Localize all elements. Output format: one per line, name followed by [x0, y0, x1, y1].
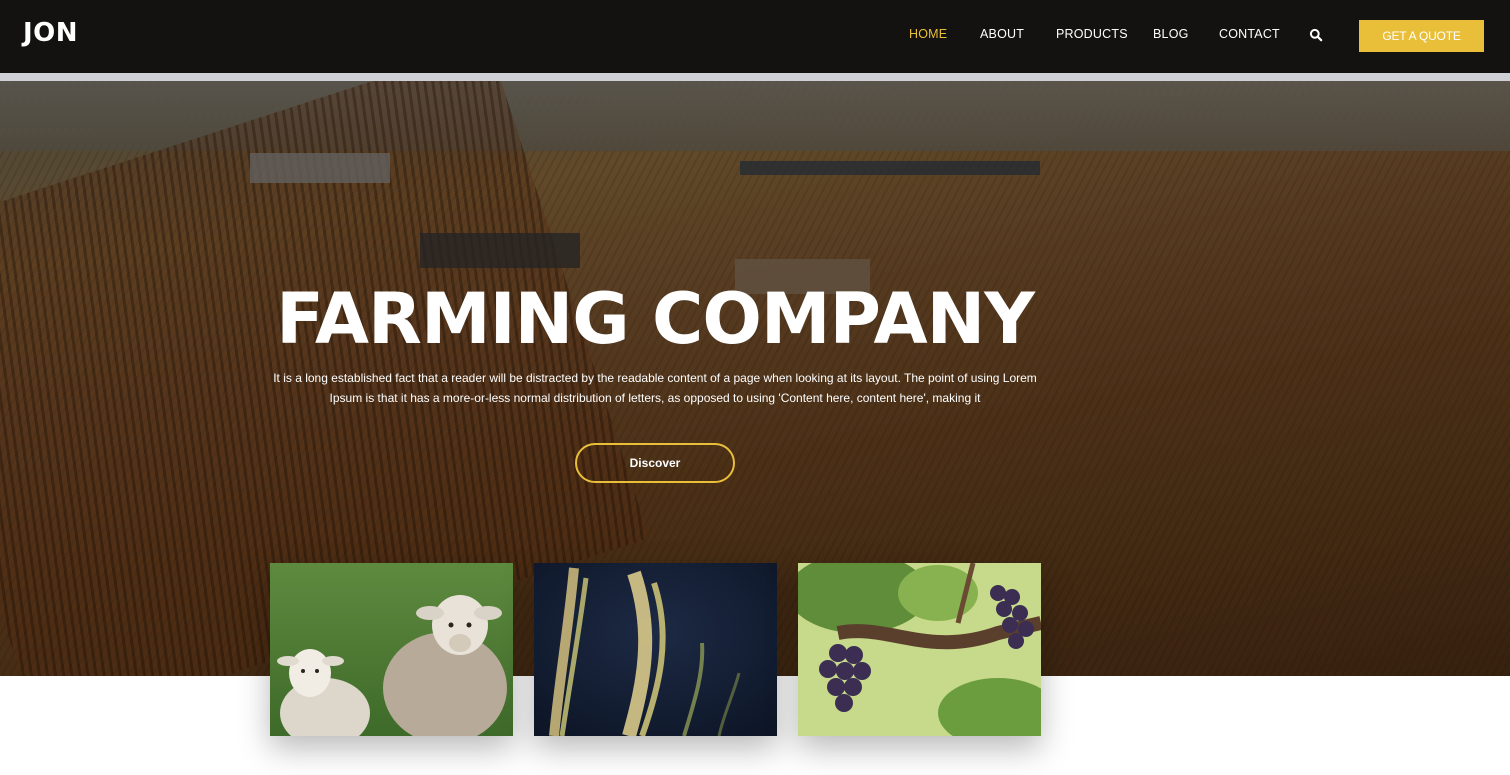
grapes-image — [798, 563, 1041, 736]
nav-contact[interactable]: CONTACT — [1219, 27, 1280, 41]
nav-products[interactable]: PRODUCTS — [1056, 27, 1128, 41]
hero-description: It is a long established fact that a rea… — [273, 371, 1037, 405]
header-divider — [0, 73, 1510, 81]
top-navbar: JON HOME ABOUT PRODUCTS BLOG CONTACT GET… — [0, 0, 1510, 73]
main-nav: HOME ABOUT PRODUCTS BLOG CONTACT — [0, 0, 1510, 73]
search-icon[interactable] — [1309, 28, 1323, 42]
discover-button[interactable]: Discover — [575, 443, 735, 483]
get-a-quote-button[interactable]: GET A QUOTE — [1359, 20, 1484, 52]
nav-home[interactable]: HOME — [909, 27, 947, 41]
sheep-image — [270, 563, 513, 736]
card-sheep[interactable] — [270, 563, 513, 736]
wheat-image — [534, 563, 777, 736]
card-grapes[interactable] — [798, 563, 1041, 736]
hero-title: FARMING COMPANY — [276, 278, 1035, 360]
nav-blog[interactable]: BLOG — [1153, 27, 1189, 41]
card-wheat[interactable] — [534, 563, 777, 736]
nav-about[interactable]: ABOUT — [980, 27, 1024, 41]
